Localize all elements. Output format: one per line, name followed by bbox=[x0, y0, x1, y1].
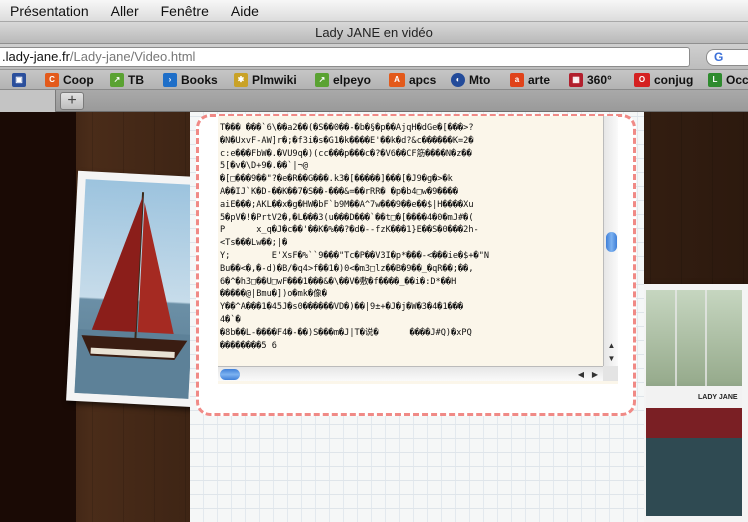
garbled-line: �N�UxvF-AW]r�;�f3i�s�G1�k����E'��k�d?&c�… bbox=[220, 135, 474, 146]
bookmark-apcs[interactable]: A apcs bbox=[389, 72, 436, 88]
garbled-line: 5[�v�\D+9�.��`|¬@ bbox=[220, 161, 308, 172]
garbled-binary-text: T��� ���`6\��a2��(�S��0��-�b�§�p��AjqH�d… bbox=[218, 116, 618, 352]
bookmark-label: Books bbox=[181, 73, 218, 87]
conjug-icon: O bbox=[634, 73, 650, 87]
google-icon: G bbox=[714, 50, 724, 64]
bookmark-mto[interactable]: ◐ Mto bbox=[451, 72, 490, 88]
scroll-down-arrow[interactable]: ▼ bbox=[604, 353, 619, 365]
bookmark-label: TB bbox=[128, 73, 144, 87]
menu-aide[interactable]: Aide bbox=[231, 3, 259, 19]
menu-bar: Présentation Aller Fenêtre Aide bbox=[0, 0, 748, 22]
scroll-right-arrow[interactable]: ▶ bbox=[588, 367, 602, 382]
vertical-scrollbar[interactable]: ▲ ▼ bbox=[603, 116, 618, 366]
elpeyo-icon: ↗ bbox=[315, 73, 329, 87]
garbled-line: Bu��<�,�-d)�B/�q4>f��1�)0<�m3□lz��B�9��_… bbox=[220, 263, 474, 274]
horizontal-scroll-thumb[interactable] bbox=[220, 369, 240, 380]
sailboat-image bbox=[74, 192, 192, 399]
garbled-line: �8b��L-����F4�-��)S���m�J|T�说� ����J#Q)�… bbox=[220, 327, 472, 338]
bookmark-360[interactable]: ▦ 360° bbox=[569, 72, 612, 88]
occ-icon: L bbox=[708, 73, 722, 87]
garbled-line: P x_q�J�c��'��K�%��?�d�--fzK���1}E��S�0�… bbox=[220, 225, 479, 236]
coop-icon: C bbox=[45, 73, 59, 87]
url-field[interactable]: .lady-jane.fr/Lady-jane/Video.html bbox=[0, 47, 690, 67]
garbled-line: aiE���;AKL��x�g�HW�bF`b9M��A^7w���9��e��… bbox=[220, 199, 474, 210]
bookmark-label: 360° bbox=[587, 73, 612, 87]
garbled-line: 5�pV�!�PrtV2�,�L���3(u���D���`��t□�[����… bbox=[220, 212, 474, 223]
bookmark-label: Plmwiki bbox=[252, 73, 297, 87]
new-tab-button[interactable]: + bbox=[60, 92, 84, 110]
garbled-line: 6�^�h3□��U□wF���1���&�\��V�敷�f����_��i�:… bbox=[220, 276, 457, 287]
garbled-line: 4�`� bbox=[220, 314, 241, 325]
tv-icon: ▣ bbox=[12, 73, 26, 87]
yacht-image bbox=[646, 290, 742, 516]
360-icon: ▦ bbox=[569, 73, 583, 87]
scroll-left-arrow[interactable]: ◀ bbox=[574, 367, 588, 382]
bookmark-tb[interactable]: ↗ TB bbox=[110, 72, 144, 88]
arte-icon: a bbox=[510, 73, 524, 87]
garbled-line: Y; E'XsF�%``9���"Tc�P��V3I�p*���-<���ie�… bbox=[220, 250, 490, 261]
apcs-icon: A bbox=[389, 73, 405, 87]
bookmark-label: Mto bbox=[469, 73, 491, 87]
garbled-line: A��IJ`K�D-��K��7�S��-���&=��rRR� �p�b4□w… bbox=[220, 186, 458, 197]
vertical-scroll-thumb[interactable] bbox=[606, 232, 617, 252]
yacht-photo-right: LADY JANE bbox=[640, 284, 748, 522]
mto-icon: ◐ bbox=[451, 73, 465, 87]
url-host: .lady-jane.fr bbox=[2, 49, 70, 64]
bookmark-label: elpeyo bbox=[333, 73, 372, 87]
tb-icon: ↗ bbox=[110, 73, 124, 87]
bookmark-plmwiki[interactable]: ✱ Plmwiki bbox=[234, 72, 297, 88]
horizontal-scrollbar[interactable]: ◀ ▶ bbox=[218, 366, 603, 381]
window-title-bar: Lady JANE en vidéo bbox=[0, 22, 748, 44]
video-text-frame[interactable]: T��� ���`6\��a2��(�S��0��-�b�§�p��AjqH�d… bbox=[218, 116, 618, 384]
url-path: /Lady-jane/Video.html bbox=[69, 49, 196, 64]
garbled-line: <Ts���Lw��;|� bbox=[220, 238, 288, 249]
bookmarks-bar: ▣ C Coop ↗ TB › Books ✱ Plmwiki ↗ elpeyo… bbox=[0, 70, 748, 90]
window-title: Lady JANE en vidéo bbox=[315, 25, 433, 40]
tab-strip: + bbox=[0, 90, 748, 112]
menu-aller[interactable]: Aller bbox=[111, 3, 139, 19]
bookmark-label: Coop bbox=[63, 73, 94, 87]
books-icon: › bbox=[163, 73, 177, 87]
bookmark-arte[interactable]: a arte bbox=[510, 72, 550, 88]
garbled-line: ��������5 6 bbox=[220, 340, 277, 351]
garbled-line: Y��^A���1�45J�s0������VD�)��|9±+�J�j�W�3… bbox=[220, 302, 464, 313]
page-content: LADY JANE T��� ���`6\��a2��(�S��0��-�b�§… bbox=[0, 112, 748, 522]
wiki-icon: ✱ bbox=[234, 73, 248, 87]
yacht-caption: LADY JANE bbox=[698, 394, 738, 401]
bookmark-books[interactable]: › Books bbox=[163, 72, 218, 88]
bookmark-label: Occ bbox=[726, 73, 748, 87]
scrollbar-corner bbox=[603, 366, 618, 381]
google-search-field[interactable]: G bbox=[706, 49, 748, 66]
bookmark-label: apcs bbox=[409, 73, 437, 87]
bookmark-elpeyo[interactable]: ↗ elpeyo bbox=[315, 72, 371, 88]
sailboat-photo-left bbox=[66, 170, 208, 408]
wood-background-left bbox=[0, 112, 76, 522]
bookmark-conjug[interactable]: O conjug bbox=[634, 72, 693, 88]
garbled-line: T��� ���`6\��a2��(�S��0��-�b�§�p��AjqH�d… bbox=[220, 123, 474, 133]
garbled-line: �����@|Bmu�])o�mk�像� bbox=[220, 289, 327, 300]
bookmark-label: conjug bbox=[654, 73, 694, 87]
bookmark-tv[interactable]: ▣ bbox=[12, 72, 26, 88]
menu-presentation[interactable]: Présentation bbox=[10, 3, 89, 19]
garbled-line: c:e���FbW�.�VU9q�)(cc���p���c�?�V6��CF筋�… bbox=[220, 148, 472, 159]
menu-fenetre[interactable]: Fenêtre bbox=[161, 3, 209, 19]
bookmark-label: arte bbox=[528, 73, 551, 87]
tab-current[interactable] bbox=[0, 90, 56, 112]
bookmark-occ[interactable]: L Occ bbox=[708, 72, 748, 88]
scroll-up-arrow[interactable]: ▲ bbox=[604, 340, 619, 352]
bookmark-coop[interactable]: C Coop bbox=[45, 72, 94, 88]
garbled-line: �[□���9��"?�e�R��G���.k3�[�����]���[�J9�… bbox=[220, 174, 453, 185]
address-bar-row: .lady-jane.fr/Lady-jane/Video.html G bbox=[0, 44, 748, 70]
